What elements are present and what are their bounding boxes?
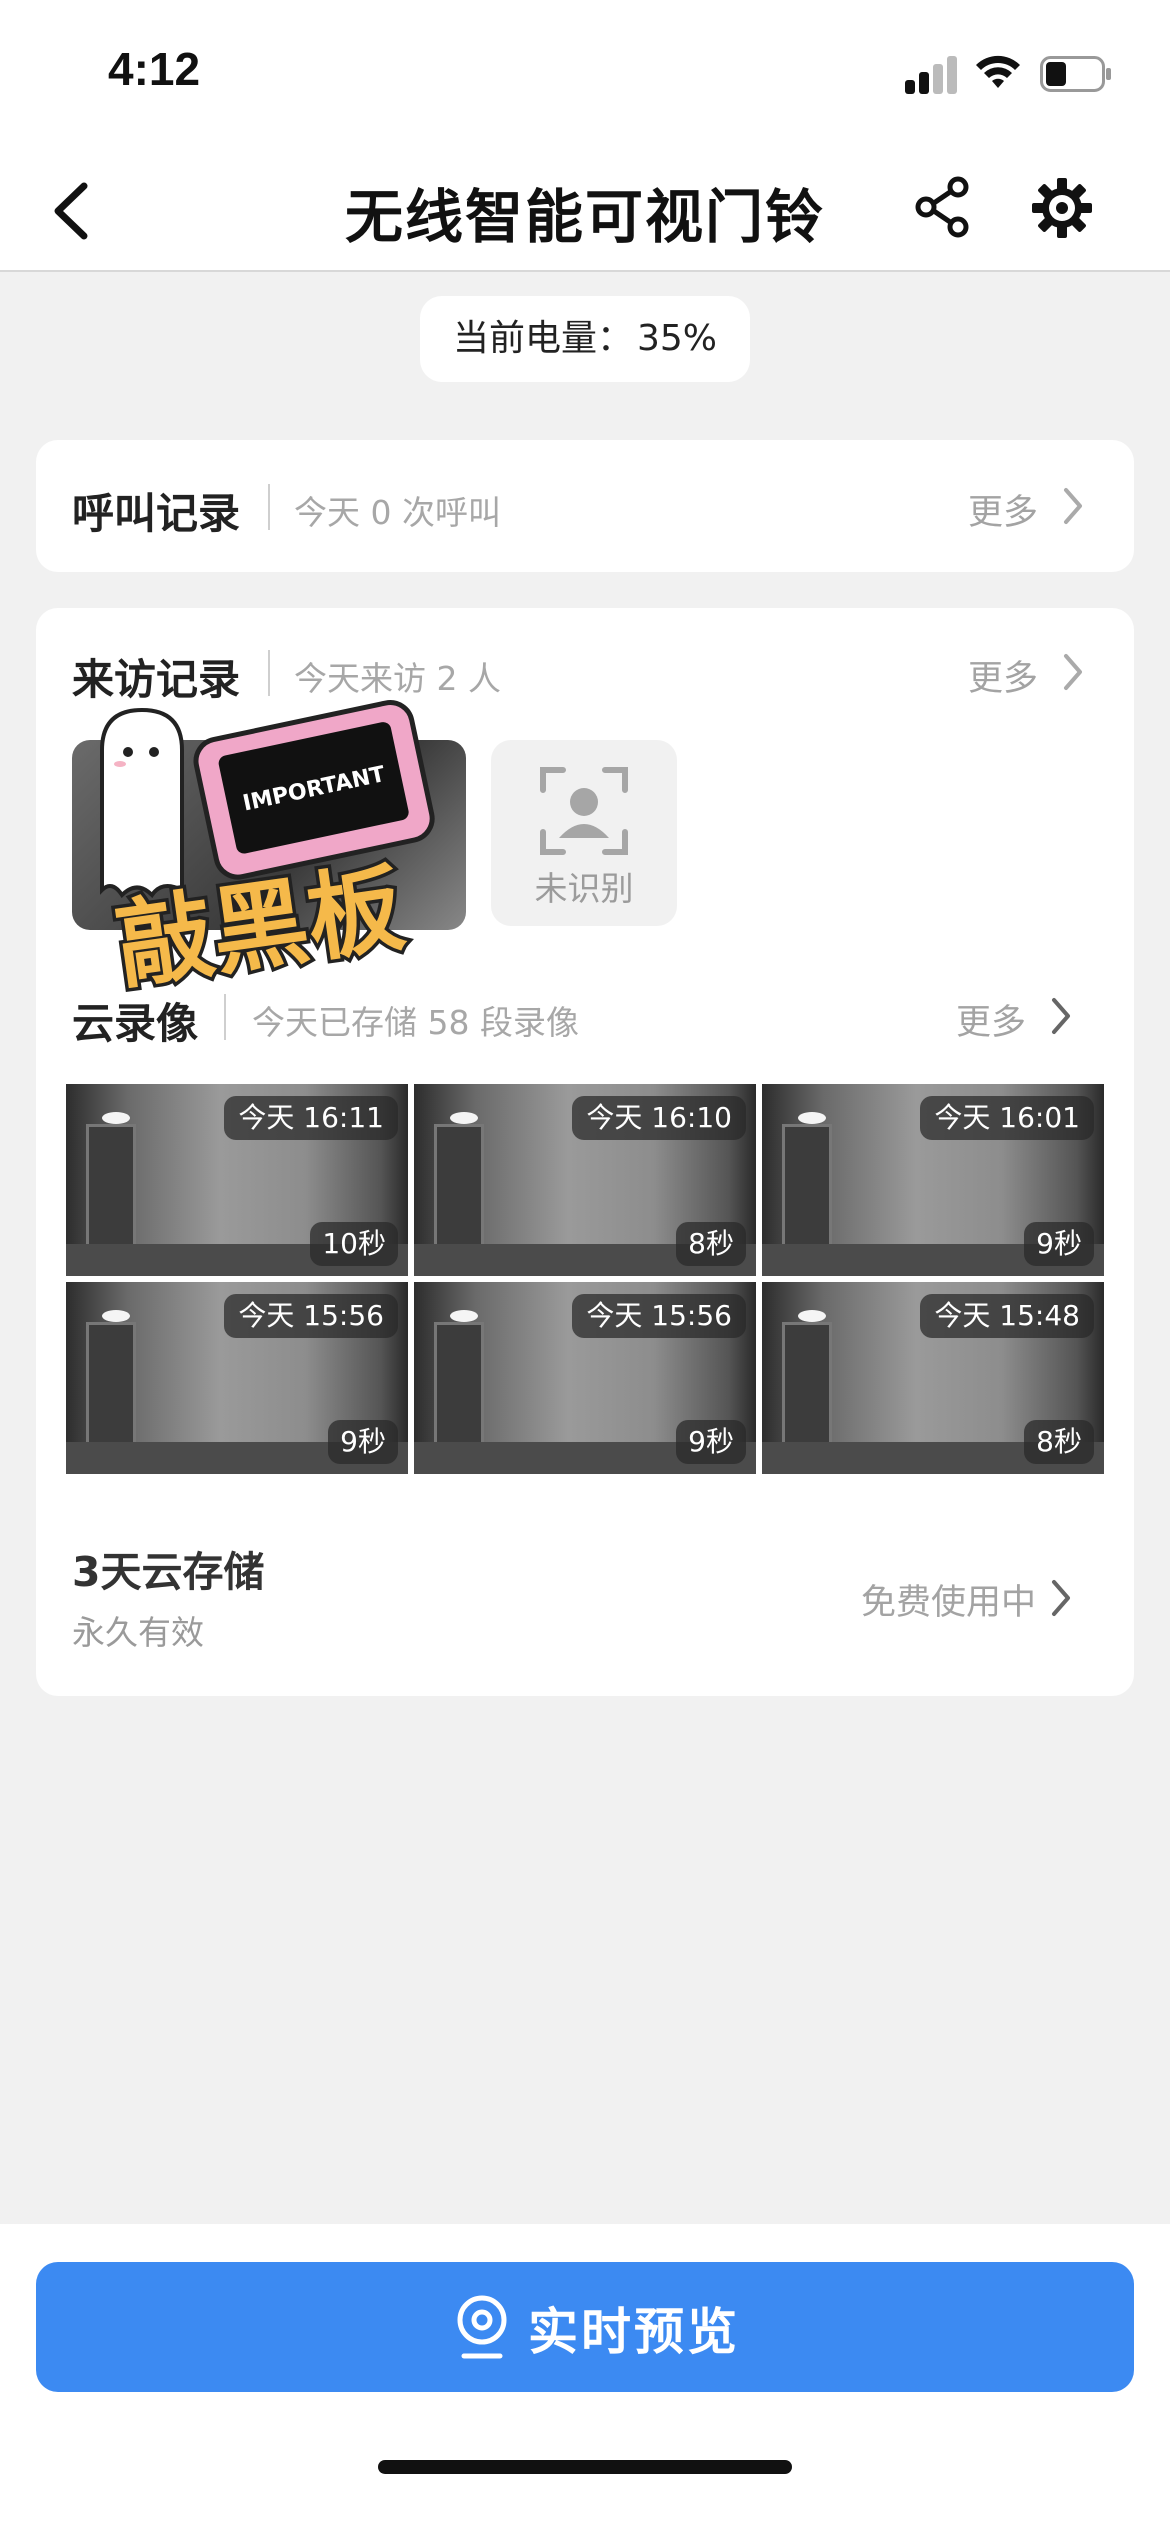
clip-duration: 8秒 (676, 1222, 746, 1266)
video-clip-thumbnail[interactable]: 今天 16:10 8秒 (414, 1084, 756, 1276)
back-arrow-icon[interactable] (48, 180, 98, 242)
status-bar: 4:12 (0, 0, 1170, 150)
cloud-storage-validity: 永久有效 (72, 1613, 204, 1652)
camera-icon (457, 2295, 507, 2359)
battery-level-value: 35% (637, 318, 718, 359)
chevron-right-icon[interactable] (1048, 1578, 1074, 1618)
call-record-card[interactable]: 呼叫记录 今天 0 次呼叫 更多 (36, 440, 1134, 572)
sticker-overlay: IMPORTANT 敲黑板 (100, 700, 435, 1006)
unrecognized-label: 未识别 (534, 869, 634, 908)
cellular-signal-icon (905, 54, 957, 94)
home-indicator[interactable] (378, 2460, 792, 2474)
clip-duration: 8秒 (1024, 1420, 1094, 1464)
cloud-storage-status-link[interactable]: 免费使用中 (861, 1574, 1036, 1625)
chevron-right-icon[interactable] (1060, 652, 1086, 692)
clip-timestamp: 今天 15:48 (920, 1294, 1094, 1338)
scene-lamp (450, 1310, 478, 1322)
wifi-icon (976, 55, 1020, 88)
cloud-storage-title: 3天云存储 (72, 1548, 265, 1596)
gear-icon[interactable] (1030, 176, 1094, 240)
clip-duration: 10秒 (310, 1222, 398, 1266)
battery-icon (1040, 56, 1111, 92)
scene-door (434, 1322, 484, 1452)
face-scan-icon (540, 767, 628, 855)
live-preview-label: 实时预览 (528, 2303, 740, 2361)
clip-duration: 9秒 (676, 1420, 746, 1464)
chevron-right-icon[interactable] (1060, 486, 1086, 526)
scene-lamp (450, 1112, 478, 1124)
page-title: 无线智能可视门铃 (344, 183, 825, 251)
scene-door (86, 1322, 136, 1452)
scene-lamp (798, 1112, 826, 1124)
scene-lamp (102, 1112, 130, 1124)
battery-level-badge: 当前电量： 35% (420, 296, 750, 382)
clip-timestamp: 今天 15:56 (224, 1294, 398, 1338)
scene-door (782, 1124, 832, 1254)
scene-lamp (102, 1310, 130, 1322)
battery-level-label: 当前电量： (452, 318, 633, 359)
unrecognized-visitor-tile[interactable]: 未识别 (491, 740, 677, 926)
bottom-action-area: 实时预览 (0, 2224, 1170, 2532)
video-clip-thumbnail[interactable]: 今天 15:56 9秒 (66, 1282, 408, 1474)
nav-bar: 无线智能可视门铃 (0, 150, 1170, 272)
clip-timestamp: 今天 16:01 (920, 1096, 1094, 1140)
video-clip-thumbnail[interactable]: 今天 15:48 8秒 (762, 1282, 1104, 1474)
call-record-title: 呼叫记录 (72, 489, 241, 538)
call-record-more-link[interactable]: 更多 (968, 484, 1038, 535)
visit-record-more-link[interactable]: 更多 (968, 650, 1038, 701)
scene-door (434, 1124, 484, 1254)
clip-duration: 9秒 (1024, 1222, 1094, 1266)
share-icon[interactable] (912, 176, 974, 238)
status-time: 4:12 (108, 43, 201, 95)
live-preview-button[interactable]: 实时预览 (36, 2262, 1134, 2392)
clip-duration: 9秒 (328, 1420, 398, 1464)
divider (268, 484, 270, 530)
video-clip-thumbnail[interactable]: 今天 16:11 10秒 (66, 1084, 408, 1276)
video-clip-thumbnail[interactable]: 今天 15:56 9秒 (414, 1282, 756, 1474)
call-record-summary: 今天 0 次呼叫 (294, 493, 501, 532)
clip-timestamp: 今天 16:11 (224, 1096, 398, 1140)
video-clip-thumbnail[interactable]: 今天 16:01 9秒 (762, 1084, 1104, 1276)
scene-lamp (798, 1310, 826, 1322)
cloud-video-more-link[interactable]: 更多 (956, 994, 1026, 1045)
chevron-right-icon[interactable] (1048, 996, 1074, 1036)
clip-timestamp: 今天 16:10 (572, 1096, 746, 1140)
clip-timestamp: 今天 15:56 (572, 1294, 746, 1338)
scene-door (86, 1124, 136, 1254)
scene-door (782, 1322, 832, 1452)
